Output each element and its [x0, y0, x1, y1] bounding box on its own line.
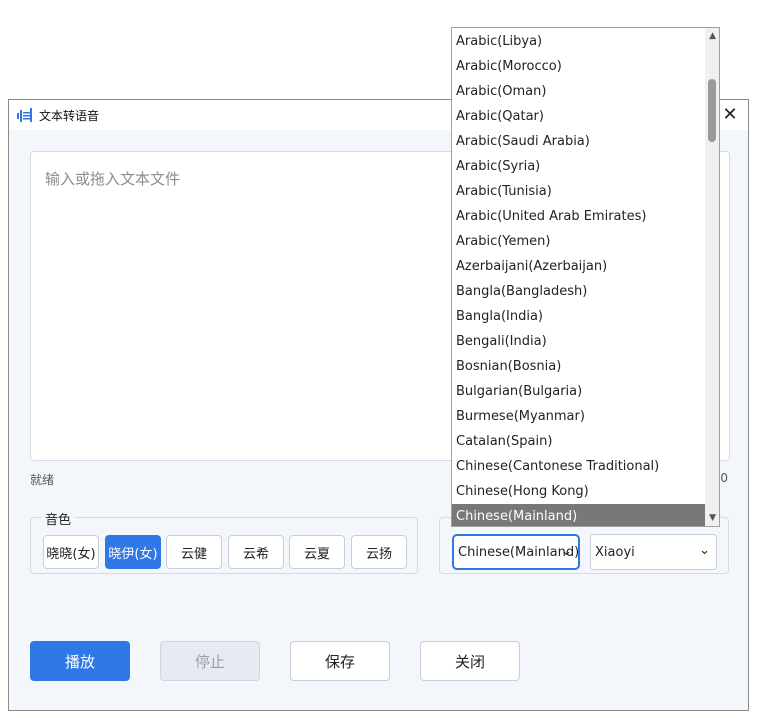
language-option[interactable]: Bengali(India): [452, 329, 706, 354]
scrollbar-thumb[interactable]: [708, 79, 716, 142]
voice-button-yunxia[interactable]: 云夏: [289, 535, 345, 569]
window-title: 文本转语音: [39, 109, 100, 123]
save-button[interactable]: 保存: [290, 641, 390, 681]
language-option[interactable]: Burmese(Myanmar): [452, 404, 706, 429]
voice-group: 音色 晓晓(女) 晓伊(女) 云健 云希 云夏 云扬: [30, 509, 418, 574]
language-option[interactable]: Arabic(Saudi Arabia): [452, 129, 706, 154]
language-option[interactable]: Azerbaijani(Azerbaijan): [452, 254, 706, 279]
voice-select[interactable]: Xiaoyi ⌄: [590, 534, 717, 570]
close-icon[interactable]: ✕: [718, 102, 742, 126]
voice-button-xiaoyi[interactable]: 晓伊(女): [105, 535, 161, 569]
language-option-selected[interactable]: Chinese(Mainland): [452, 504, 706, 526]
language-dropdown-list[interactable]: Arabic(Libya) Arabic(Morocco) Arabic(Oma…: [451, 27, 720, 527]
chevron-down-icon: ⌄: [699, 543, 710, 558]
status-text: 就绪: [30, 473, 55, 487]
voice-select-value: Xiaoyi: [595, 544, 635, 560]
voice-button-yunxi[interactable]: 云希: [228, 535, 284, 569]
language-option[interactable]: Arabic(United Arab Emirates): [452, 204, 706, 229]
voice-legend: 音色: [41, 509, 76, 528]
text-input-placeholder: 输入或拖入文本文件: [45, 170, 181, 188]
language-option[interactable]: Bosnian(Bosnia): [452, 354, 706, 379]
voice-button-yunjian[interactable]: 云健: [166, 535, 222, 569]
language-option[interactable]: Bulgarian(Bulgaria): [452, 379, 706, 404]
language-option[interactable]: Arabic(Syria): [452, 154, 706, 179]
language-option[interactable]: Arabic(Libya): [452, 29, 706, 54]
language-select[interactable]: Chinese(Mainland) ⌄: [452, 534, 580, 570]
language-option[interactable]: Bangla(Bangladesh): [452, 279, 706, 304]
language-option[interactable]: Arabic(Tunisia): [452, 179, 706, 204]
close-button[interactable]: 关闭: [420, 641, 520, 681]
scroll-down-icon[interactable]: ▼: [709, 513, 716, 523]
scroll-up-icon[interactable]: ▲: [709, 31, 716, 41]
language-option[interactable]: Chinese(Hong Kong): [452, 479, 706, 504]
language-option[interactable]: Chinese(Cantonese Traditional): [452, 454, 706, 479]
language-option[interactable]: Bangla(India): [452, 304, 706, 329]
voice-button-yunyang[interactable]: 云扬: [351, 535, 407, 569]
language-option[interactable]: Arabic(Morocco): [452, 54, 706, 79]
language-option[interactable]: Arabic(Oman): [452, 79, 706, 104]
voice-button-xiaoxiao[interactable]: 晓晓(女): [43, 535, 99, 569]
play-button[interactable]: 播放: [30, 641, 130, 681]
language-option[interactable]: Arabic(Qatar): [452, 104, 706, 129]
chevron-down-icon: ⌄: [561, 544, 572, 559]
dropdown-scrollbar[interactable]: ▲ ▼: [705, 28, 719, 526]
language-option[interactable]: Arabic(Yemen): [452, 229, 706, 254]
stop-button[interactable]: 停止: [160, 641, 260, 681]
char-count: 0: [720, 471, 728, 485]
language-option[interactable]: Catalan(Spain): [452, 429, 706, 454]
sound-wave-icon: [17, 108, 32, 122]
